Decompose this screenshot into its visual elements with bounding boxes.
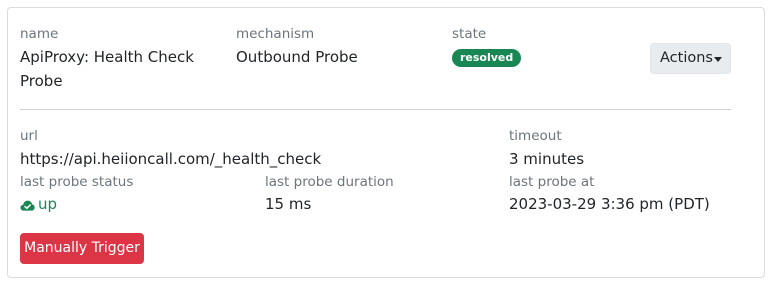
status-badge: resolved (452, 49, 522, 67)
timeout-label: timeout (509, 128, 562, 144)
name-label: name (20, 26, 59, 42)
last-probe-status-value: up (20, 192, 57, 216)
state-label: state (452, 26, 487, 42)
caret-down-icon (714, 57, 722, 62)
cloud-check-icon (20, 200, 35, 211)
timeout-value: 3 minutes (509, 150, 585, 168)
name-value-line2: Probe (20, 72, 63, 90)
last-probe-duration-value: 15 ms (265, 195, 312, 213)
last-probe-at-value: 2023-03-29 3:36 pm (PDT) (509, 195, 710, 213)
actions-label: Actions (660, 50, 713, 66)
probe-card: name ApiProxy: Health Check Probe mechan… (7, 7, 765, 278)
section-divider (20, 109, 731, 110)
mechanism-value: Outbound Probe (236, 48, 358, 66)
last-probe-duration-label: last probe duration (265, 174, 394, 190)
last-probe-status-label: last probe status (20, 174, 134, 190)
actions-dropdown-button[interactable]: Actions (650, 43, 731, 74)
manually-trigger-button[interactable]: Manually Trigger (20, 233, 144, 264)
url-label: url (20, 128, 38, 144)
name-value-line1: ApiProxy: Health Check (20, 48, 194, 66)
url-value: https://api.heiioncall.com/_health_check (20, 150, 322, 168)
last-probe-at-label: last probe at (509, 174, 595, 190)
status-up-text: up (38, 195, 58, 213)
mechanism-label: mechanism (236, 26, 315, 42)
